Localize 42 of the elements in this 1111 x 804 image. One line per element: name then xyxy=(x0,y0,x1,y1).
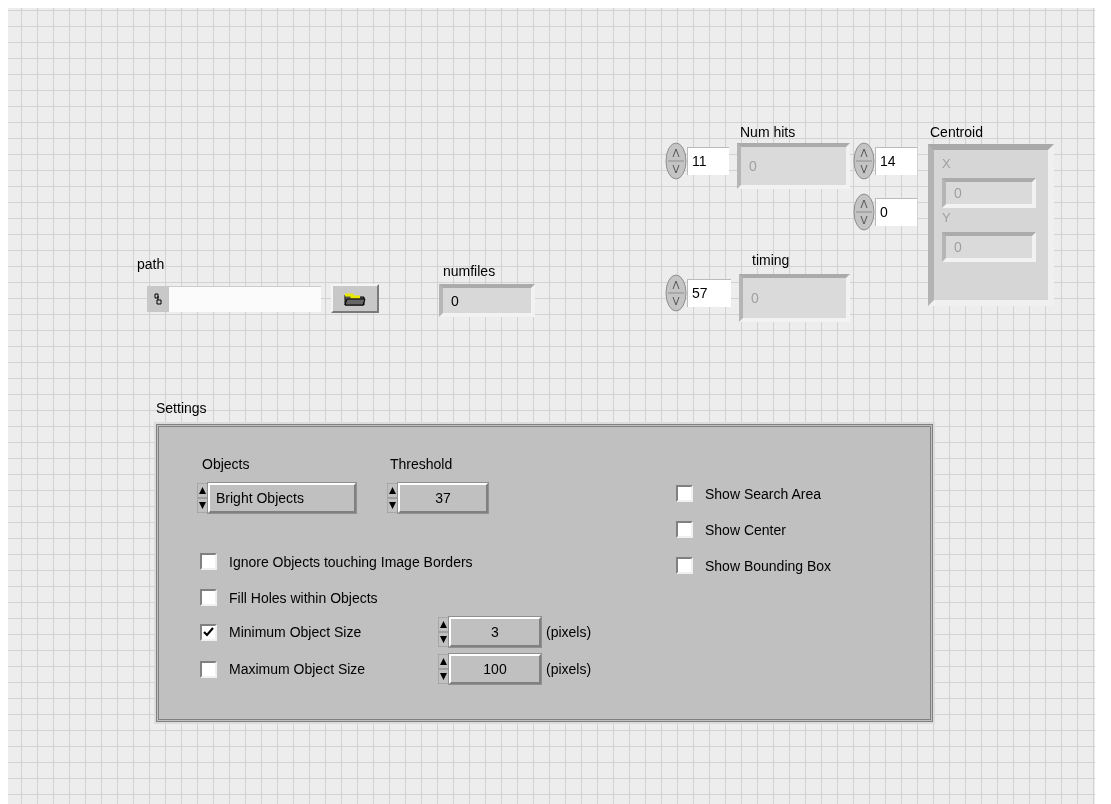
numeric-control[interactable]: 0 xyxy=(875,198,917,226)
control-label: path xyxy=(137,256,165,272)
cluster-label: Settings xyxy=(156,400,207,416)
checkbox-label: Ignore Objects touching Image Borders xyxy=(229,553,473,570)
checkbox[interactable] xyxy=(676,485,693,502)
checkbox-label: Minimum Object Size xyxy=(229,624,363,640)
numeric-indicator: 0 xyxy=(737,143,850,189)
path-icon xyxy=(154,292,162,305)
numeric-control[interactable]: 57 xyxy=(687,279,731,307)
checkmark-icon xyxy=(203,627,214,637)
checkbox-label: Show Center xyxy=(705,521,786,538)
spinner-arrows[interactable] xyxy=(853,142,875,180)
browse-button[interactable] xyxy=(331,284,379,313)
indicator-label: Num hits xyxy=(740,124,796,140)
checkbox[interactable] xyxy=(200,589,217,606)
indicator-label: Centroid xyxy=(930,124,983,140)
checkbox[interactable] xyxy=(200,660,217,678)
spinner-arrows[interactable] xyxy=(853,193,875,231)
folder-icon xyxy=(344,291,366,306)
indicator-label: numfiles xyxy=(443,263,496,279)
checkbox[interactable] xyxy=(676,557,693,574)
checkbox-label: Show Search Area xyxy=(705,485,821,502)
unit-label: (pixels) xyxy=(546,661,592,677)
checkbox[interactable] xyxy=(200,553,217,570)
checkbox[interactable] xyxy=(676,521,693,538)
numeric-control[interactable]: 11 xyxy=(687,147,729,175)
checkbox[interactable] xyxy=(200,623,217,641)
spinner-arrows[interactable] xyxy=(665,274,687,312)
numeric-indicator: 0 xyxy=(942,232,1036,262)
numeric-control[interactable]: 14 xyxy=(875,147,917,175)
control-label: Threshold xyxy=(390,456,453,472)
checkbox-label: Maximum Object Size xyxy=(229,661,367,677)
control-label: Objects xyxy=(202,456,250,472)
spinner-arrows[interactable] xyxy=(665,142,687,180)
unit-label: (pixels) xyxy=(546,624,592,640)
indicator-label: timing xyxy=(752,252,790,268)
path-field[interactable] xyxy=(169,285,321,312)
numeric-indicator: 0 xyxy=(739,274,850,322)
numeric-indicator: 0 xyxy=(439,284,535,317)
checkbox-label: Show Bounding Box xyxy=(705,557,832,574)
checkbox-label: Fill Holes within Objects xyxy=(229,589,378,606)
numeric-indicator: 0 xyxy=(942,178,1036,208)
